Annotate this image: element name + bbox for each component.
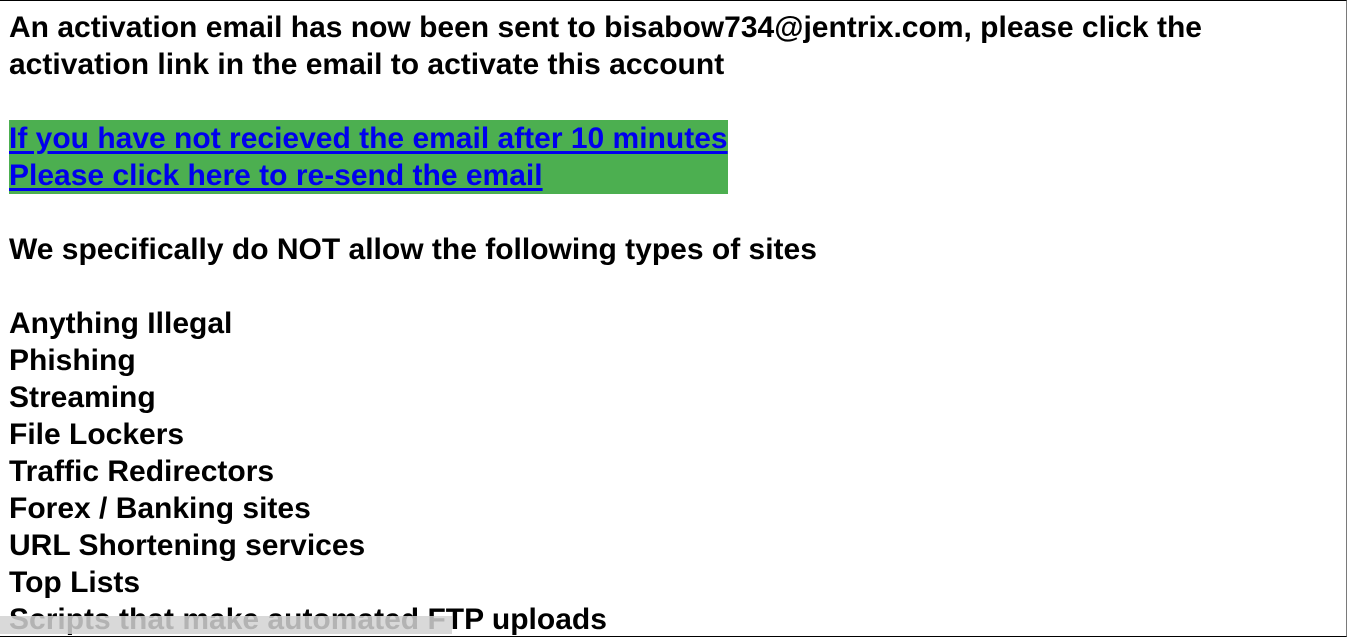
list-item: Streaming [9, 381, 156, 414]
resend-email-link[interactable]: If you have not recieved the email after… [9, 120, 728, 194]
list-item: Traffic Redirectors [9, 455, 275, 488]
list-item: Anything Illegal [9, 307, 233, 340]
list-item: URL Shortening services [9, 529, 366, 562]
page-frame: An activation email has now been sent to… [0, 0, 1347, 637]
list-item: File Lockers [9, 418, 185, 451]
activation-message-line-2: activation link in the email to activate… [9, 48, 725, 81]
list-item: Top Lists [9, 566, 141, 599]
resend-link-line-2[interactable]: Please click here to re-send the email [9, 157, 728, 194]
activation-message-line-1: An activation email has now been sent to… [9, 11, 1202, 44]
resend-link-line-1[interactable]: If you have not recieved the email after… [9, 120, 728, 157]
list-item: Forex / Banking sites [9, 492, 311, 525]
disallowed-sites-list: Anything Illegal Phishing Streaming File… [9, 305, 1202, 636]
policy-heading: We specifically do NOT allow the followi… [9, 233, 817, 266]
resend-link-text-1[interactable]: If you have not recieved the email after… [9, 122, 728, 155]
resend-link-text-2[interactable]: Please click here to re-send the email [9, 159, 543, 192]
browser-status-bar [0, 616, 452, 634]
page-content: An activation email has now been sent to… [9, 9, 1202, 636]
list-item: Phishing [9, 344, 136, 377]
